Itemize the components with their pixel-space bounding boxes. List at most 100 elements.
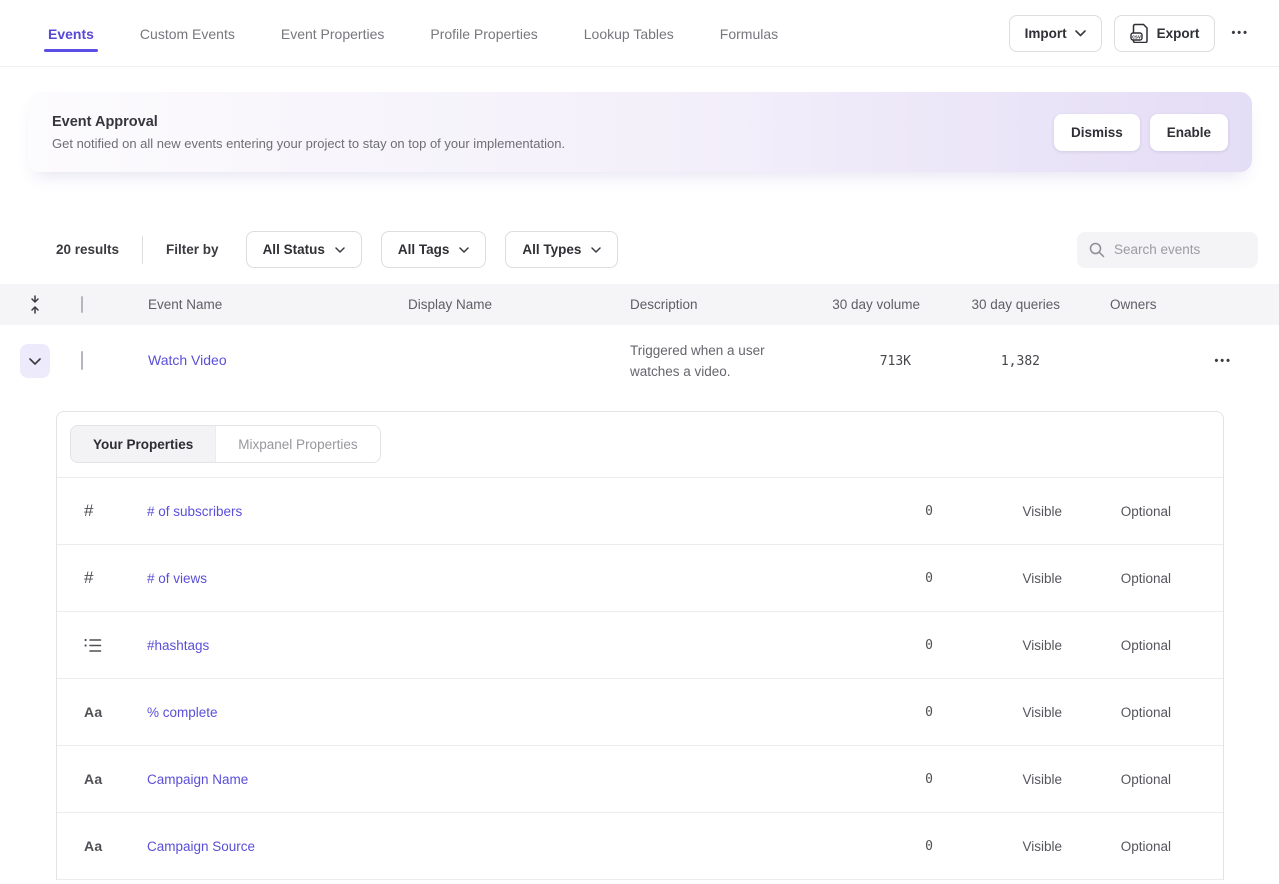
export-button[interactable]: csv Export [1114, 15, 1216, 52]
property-count: 0 [813, 638, 933, 653]
dropdown-label: All Types [522, 242, 581, 257]
property-visibility: Visible [933, 571, 1062, 586]
queries-value: 1,382 [920, 354, 1060, 369]
property-row: Aa Campaign Name 0 Visible Optional [57, 746, 1223, 813]
property-name-link[interactable]: # of views [147, 571, 813, 586]
property-name-link[interactable]: % complete [147, 705, 813, 720]
properties-panel: Your Properties Mixpanel Properties # # … [56, 411, 1224, 880]
properties-list: # # of subscribers 0 Visible Optional # … [57, 478, 1223, 880]
property-requirement: Optional [1062, 571, 1171, 586]
tab-profile-properties[interactable]: Profile Properties [430, 0, 537, 66]
column-description: Description [612, 297, 802, 312]
collapse-row-button[interactable] [20, 344, 50, 378]
filter-dropdowns: All Status All Tags All Types [246, 231, 619, 268]
property-name-link[interactable]: #hashtags [147, 638, 813, 653]
banner-description: Get notified on all new events entering … [52, 136, 565, 151]
column-display-name: Display Name [390, 297, 612, 312]
property-requirement: Optional [1062, 504, 1171, 519]
chevron-down-icon [1075, 30, 1086, 37]
property-count: 0 [813, 705, 933, 720]
dropdown-label: All Tags [398, 242, 450, 257]
property-count: 0 [813, 839, 933, 854]
lexicon-events-page: Events Custom Events Event Properties Pr… [0, 0, 1279, 884]
volume-value: 713K [802, 354, 920, 369]
property-visibility: Visible [933, 839, 1062, 854]
property-visibility: Visible [933, 772, 1062, 787]
tab-formulas[interactable]: Formulas [720, 0, 778, 66]
import-button[interactable]: Import [1009, 15, 1102, 52]
property-visibility: Visible [933, 705, 1062, 720]
property-visibility: Visible [933, 638, 1062, 653]
event-row-watch-video: Watch Video Triggered when a user watche… [0, 325, 1279, 397]
column-event-name: Event Name [130, 297, 390, 312]
event-approval-banner: Event Approval Get notified on all new e… [28, 92, 1252, 172]
select-all-checkbox[interactable] [81, 296, 83, 313]
tab-event-properties[interactable]: Event Properties [281, 0, 385, 66]
search-icon [1089, 242, 1105, 258]
banner-text: Event Approval Get notified on all new e… [52, 114, 565, 151]
property-requirement: Optional [1062, 839, 1171, 854]
chevron-down-icon [335, 247, 345, 253]
text-icon: Aa [57, 771, 147, 787]
tab-events[interactable]: Events [48, 0, 94, 66]
nav-tabs: Events Custom Events Event Properties Pr… [48, 0, 778, 66]
column-30-day-queries: 30 day queries [920, 297, 1060, 312]
row-checkbox[interactable] [81, 351, 83, 370]
filter-by-label: Filter by [166, 242, 219, 257]
search-box [1077, 232, 1258, 268]
banner-title: Event Approval [52, 114, 565, 130]
events-table-header: Event Name Display Name Description 30 d… [0, 284, 1279, 325]
number-icon: # [57, 501, 147, 521]
top-navigation: Events Custom Events Event Properties Pr… [0, 0, 1279, 67]
text-icon: Aa [57, 704, 147, 720]
banner-actions: Dismiss Enable [1054, 114, 1228, 151]
property-row: # # of subscribers 0 Visible Optional [57, 478, 1223, 545]
results-count: 20 results [56, 242, 119, 257]
property-row: #hashtags 0 Visible Optional [57, 612, 1223, 679]
filter-bar: 20 results Filter by All Status All Tags… [0, 231, 1279, 268]
property-row: # # of views 0 Visible Optional [57, 545, 1223, 612]
property-requirement: Optional [1062, 705, 1171, 720]
event-name-link[interactable]: Watch Video [148, 352, 227, 368]
tab-custom-events[interactable]: Custom Events [140, 0, 235, 66]
text-icon: Aa [57, 838, 147, 854]
divider [142, 236, 143, 264]
chevron-down-icon [29, 358, 41, 365]
property-name-link[interactable]: Campaign Name [147, 772, 813, 787]
collapse-all-icon[interactable] [28, 295, 42, 314]
dismiss-button[interactable]: Dismiss [1054, 114, 1140, 151]
event-description: Triggered when a user watches a video. [630, 340, 802, 382]
all-status-dropdown[interactable]: All Status [246, 231, 362, 268]
property-requirement: Optional [1062, 638, 1171, 653]
tab-mixpanel-properties[interactable]: Mixpanel Properties [215, 426, 379, 462]
more-options-icon[interactable]: ••• [1227, 21, 1253, 45]
dropdown-label: All Status [263, 242, 325, 257]
property-count: 0 [813, 772, 933, 787]
nav-actions: Import csv Export ••• [1009, 15, 1253, 52]
tab-lookup-tables[interactable]: Lookup Tables [584, 0, 674, 66]
all-tags-dropdown[interactable]: All Tags [381, 231, 487, 268]
property-count: 0 [813, 571, 933, 586]
list-icon [57, 638, 147, 653]
all-types-dropdown[interactable]: All Types [505, 231, 618, 268]
tab-your-properties[interactable]: Your Properties [71, 426, 215, 462]
number-icon: # [57, 568, 147, 588]
property-name-link[interactable]: Campaign Source [147, 839, 813, 854]
enable-button[interactable]: Enable [1150, 114, 1228, 151]
search-input[interactable] [1114, 242, 1246, 257]
property-count: 0 [813, 504, 933, 519]
csv-file-icon: csv [1130, 23, 1149, 43]
property-row: Aa % complete 0 Visible Optional [57, 679, 1223, 746]
property-name-link[interactable]: # of subscribers [147, 504, 813, 519]
properties-tab-switcher: Your Properties Mixpanel Properties [70, 425, 381, 463]
import-label: Import [1025, 26, 1067, 41]
column-30-day-volume: 30 day volume [802, 297, 920, 312]
column-owners: Owners [1060, 297, 1200, 312]
export-label: Export [1157, 26, 1200, 41]
svg-text:csv: csv [1132, 34, 1141, 40]
chevron-down-icon [591, 247, 601, 253]
properties-tabs-bar: Your Properties Mixpanel Properties [57, 412, 1223, 478]
property-requirement: Optional [1062, 772, 1171, 787]
row-more-options-icon[interactable]: ••• [1210, 349, 1236, 373]
chevron-down-icon [459, 247, 469, 253]
